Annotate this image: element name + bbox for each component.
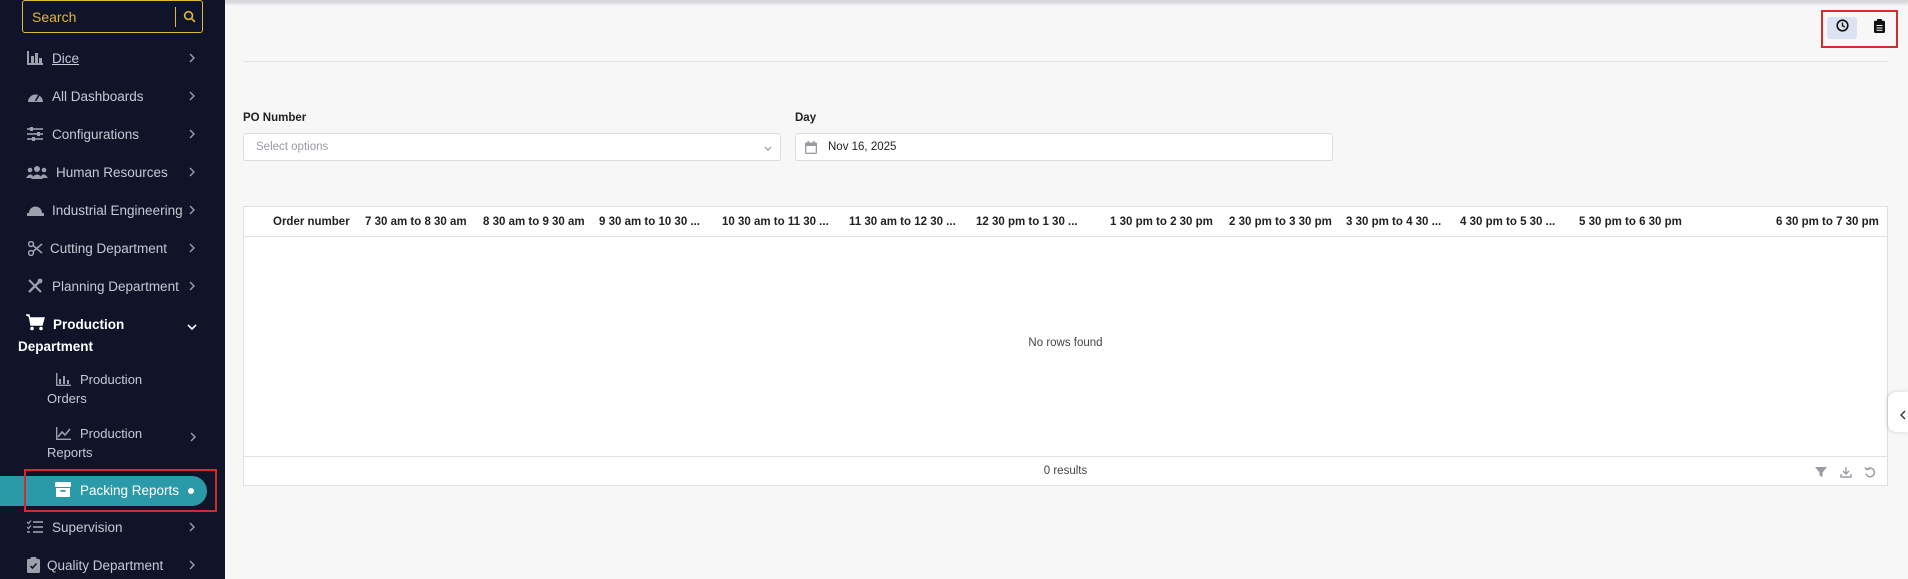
column-header[interactable]: 2 30 pm to 3 30 pm <box>1229 207 1332 237</box>
cart-icon <box>26 314 46 334</box>
po-number-placeholder: Select options <box>256 141 329 153</box>
day-date-picker[interactable]: Nov 16, 2025 <box>795 133 1333 161</box>
list-check-icon <box>26 518 44 536</box>
column-header[interactable]: 1 30 pm to 2 30 pm <box>1110 207 1213 237</box>
sidebar: Search Dice All Dashboards Configuration… <box>0 0 225 579</box>
sidebar-item-label: Supervision <box>52 519 123 535</box>
sidebar-item-label: Quality Department <box>47 557 164 573</box>
chevron-right-icon <box>187 560 197 570</box>
highlight-box <box>24 469 217 512</box>
top-bar-shadow <box>225 0 1908 2</box>
chevron-right-icon <box>190 428 197 447</box>
sidebar-item-human-resources[interactable]: Human Resources <box>0 157 225 187</box>
sidebar-item-production-department[interactable]: Production Department <box>0 314 225 360</box>
line-chart-icon <box>55 372 72 388</box>
sidebar-item-industrial-engineering[interactable]: Industrial Engineering <box>0 195 225 225</box>
sidebar-subitem-production-orders[interactable]: Production Orders <box>0 370 225 408</box>
download-icon[interactable] <box>1839 465 1853 479</box>
sidebar-item-label-continued: Department <box>18 339 94 354</box>
gauge-icon <box>26 87 44 105</box>
results-count: 0 results <box>1043 465 1088 477</box>
search-box[interactable]: Search <box>22 0 203 33</box>
calendar-icon <box>805 141 817 157</box>
sidebar-item-quality-department[interactable]: Quality Department <box>0 550 225 579</box>
chevron-right-icon <box>187 522 197 532</box>
tools-icon <box>26 277 44 295</box>
sidebar-item-label: Human Resources <box>56 164 168 180</box>
chevron-down-icon <box>187 319 197 334</box>
packing-report-table: Order number 7 30 am to 8 30 am 8 30 am … <box>243 206 1888 486</box>
sliders-icon <box>26 125 44 143</box>
sidebar-subitem-label: Production <box>80 372 143 387</box>
chevron-down-icon <box>764 143 772 155</box>
trend-chart-icon <box>55 426 72 442</box>
column-header[interactable]: 6 30 pm to 7 30 pm <box>1776 207 1879 237</box>
filter-icon[interactable] <box>1814 465 1828 479</box>
chevron-right-icon <box>187 167 197 177</box>
sidebar-item-label: Cutting Department <box>50 240 168 256</box>
sidebar-item-label: Dice <box>52 50 80 66</box>
clipboard-check-icon <box>24 556 42 574</box>
sidebar-item-planning-department[interactable]: Planning Department <box>0 271 225 301</box>
table-header: Order number 7 30 am to 8 30 am 8 30 am … <box>244 207 1887 237</box>
column-header[interactable]: 5 30 pm to 6 30 pm <box>1579 207 1682 237</box>
column-header[interactable]: 7 30 am to 8 30 am <box>365 207 467 237</box>
po-number-label: PO Number <box>243 112 307 124</box>
sidebar-item-label: Configurations <box>52 126 140 142</box>
divider <box>243 61 1888 62</box>
day-label: Day <box>795 112 817 124</box>
empty-state-text: No rows found <box>1028 337 1103 349</box>
column-header[interactable]: Order number <box>273 207 350 237</box>
bar-chart-icon <box>26 49 44 67</box>
sidebar-item-label: Industrial Engineering <box>52 202 183 218</box>
side-panel-toggle[interactable] <box>1888 392 1908 432</box>
users-icon <box>26 163 48 181</box>
sidebar-item-label: All Dashboards <box>52 88 144 104</box>
chevron-right-icon <box>187 205 197 215</box>
sidebar-item-configurations[interactable]: Configurations <box>0 119 225 149</box>
hard-hat-icon <box>26 201 44 219</box>
chevron-right-icon <box>187 243 197 253</box>
column-header[interactable]: 12 30 pm to 1 30 ... <box>976 207 1078 237</box>
chevron-right-icon <box>187 91 197 101</box>
day-value: Nov 16, 2025 <box>828 141 897 153</box>
sidebar-subitem-label-continued: Orders <box>47 391 87 406</box>
column-header[interactable]: 11 30 am to 12 30 ... <box>849 207 956 237</box>
search-input[interactable]: Search <box>23 9 175 25</box>
scissors-icon <box>26 239 44 257</box>
sidebar-item-all-dashboards[interactable]: All Dashboards <box>0 81 225 111</box>
column-header[interactable]: 8 30 am to 9 30 am <box>483 207 585 237</box>
chevron-left-icon <box>1899 407 1906 425</box>
po-number-select[interactable]: Select options <box>243 133 781 161</box>
sidebar-item-label: Production <box>53 317 125 332</box>
column-header[interactable]: 10 30 am to 11 30 ... <box>722 207 829 237</box>
reset-icon[interactable] <box>1863 465 1877 479</box>
chevron-right-icon <box>187 281 197 291</box>
column-header[interactable]: 4 30 pm to 5 30 ... <box>1460 207 1555 237</box>
sidebar-subitem-production-reports[interactable]: Production Reports <box>0 424 225 462</box>
table-footer: 0 results <box>244 456 1887 486</box>
sidebar-subitem-label-continued: Reports <box>47 445 93 460</box>
search-icon[interactable] <box>176 0 202 33</box>
sidebar-item-supervision[interactable]: Supervision <box>0 512 225 542</box>
sidebar-item-dice[interactable]: Dice <box>0 43 225 73</box>
highlight-box <box>1821 10 1898 48</box>
chevron-right-icon <box>187 129 197 139</box>
sidebar-subitem-label: Production <box>80 426 143 441</box>
column-header[interactable]: 9 30 am to 10 30 ... <box>599 207 700 237</box>
column-header[interactable]: 3 30 pm to 4 30 ... <box>1346 207 1441 237</box>
sidebar-item-label: Planning Department <box>52 278 179 294</box>
sidebar-item-cutting-department[interactable]: Cutting Department <box>0 233 225 263</box>
chevron-right-icon <box>187 53 197 63</box>
